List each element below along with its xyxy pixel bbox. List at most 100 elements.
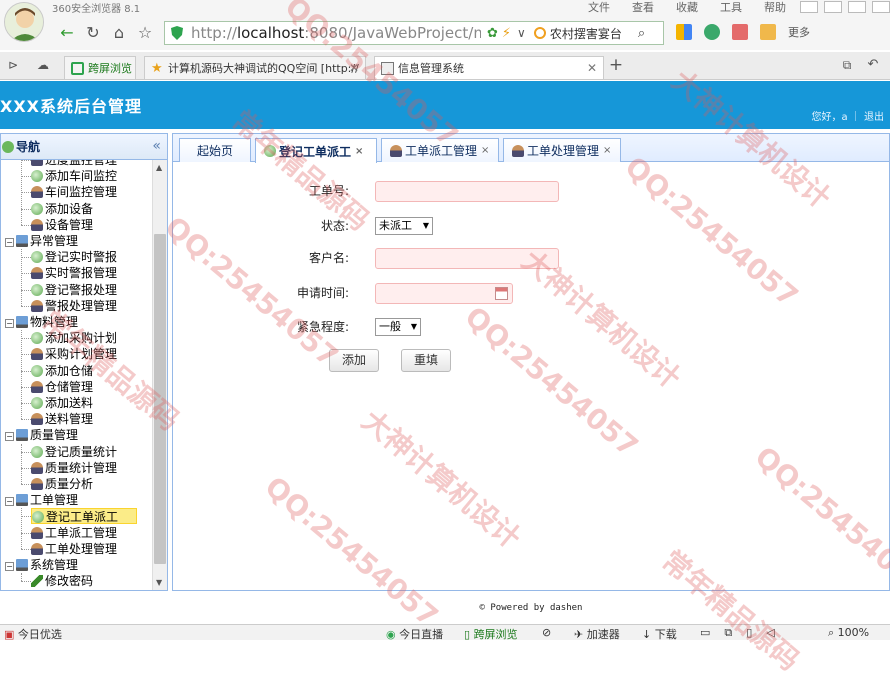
status-label: 状态: xyxy=(320,219,349,233)
cloud-icon[interactable]: ☁ xyxy=(32,54,54,76)
chevron-down-icon[interactable]: ∨ xyxy=(517,26,526,40)
collapse-toggle-icon[interactable]: − xyxy=(5,432,14,442)
collapse-icon[interactable]: « xyxy=(152,138,161,154)
tree-item[interactable]: 添加送料 xyxy=(31,395,93,411)
scroll-up-icon[interactable]: ▲ xyxy=(156,163,162,172)
search-input[interactable]: 农村摆害宴台 xyxy=(550,25,638,42)
tree-item[interactable]: 车间监控管理 xyxy=(31,184,117,200)
tree-group[interactable]: − 物料管理 xyxy=(5,314,78,330)
close-tab-icon[interactable]: × xyxy=(603,145,611,156)
tab-process-manage[interactable]: 工单处理管理 × xyxy=(503,138,621,162)
address-bar[interactable]: http://localhost:8080/JavaWebProject/mai… xyxy=(164,21,664,45)
tab-register-dispatch[interactable]: 登记工单派工 × xyxy=(255,138,377,163)
home-icon[interactable]: ⌂ xyxy=(108,22,130,44)
tree-item[interactable]: 设备管理 xyxy=(31,217,93,233)
tree-item[interactable]: 添加设备 xyxy=(31,201,93,217)
calendar-icon[interactable] xyxy=(495,287,508,300)
tree-group[interactable]: − 异常管理 xyxy=(5,233,78,249)
picks-icon: ▣ xyxy=(4,628,15,641)
zoom-level[interactable]: ⌕ 100% xyxy=(828,626,869,640)
tree-item-label: 登记工单派工 xyxy=(46,510,119,525)
translate-icon[interactable] xyxy=(732,24,748,40)
tree-connector xyxy=(21,419,31,421)
url-text[interactable]: http://localhost:8080/JavaWebProject/mai… xyxy=(191,24,481,42)
tree-item[interactable]: 添加采购计划 xyxy=(31,330,117,346)
more-button[interactable]: 更多 xyxy=(788,24,810,40)
undo-close-icon[interactable]: ↶ xyxy=(862,54,884,76)
close-tab-icon[interactable]: × xyxy=(355,146,363,157)
tree-group[interactable]: − 工单管理 xyxy=(5,492,78,508)
maximize-button[interactable] xyxy=(848,1,866,13)
collapse-toggle-icon[interactable]: − xyxy=(5,562,14,571)
scroll-thumb[interactable] xyxy=(154,234,166,564)
tree-item[interactable]: 登记工单派工 xyxy=(31,508,138,525)
browser-menu: 文件 查看 收藏 工具 帮助 xyxy=(566,0,890,14)
tree-item[interactable]: 质量统计管理 xyxy=(31,460,117,476)
tree-group[interactable]: − 质量管理 xyxy=(5,427,78,443)
close-tab-icon[interactable]: ✕ xyxy=(587,61,597,75)
status-select[interactable]: 未派工 ▼ xyxy=(375,217,433,235)
tree-item[interactable]: 登记质量统计 xyxy=(31,444,117,460)
customer-input[interactable] xyxy=(375,248,559,269)
tree-item[interactable]: 送料管理 xyxy=(31,411,93,427)
scroll-down-icon[interactable]: ▼ xyxy=(156,578,162,587)
tree-item[interactable]: 质量分析 xyxy=(31,476,93,492)
tree-group[interactable]: − 系统管理 xyxy=(5,557,78,573)
search-icon[interactable]: ⌕ xyxy=(638,26,645,41)
tree-item[interactable]: 警报处理管理 xyxy=(31,298,117,314)
status-tools-icons[interactable]: ▭⧉▯◁ xyxy=(700,626,789,640)
tab-list-icon[interactable]: ⧉ xyxy=(836,54,858,76)
close-window-button[interactable] xyxy=(872,1,890,13)
order-no-input[interactable] xyxy=(375,181,559,202)
tree-item[interactable]: 登记实时警报 xyxy=(31,249,117,265)
sidebar-toggle-icon[interactable]: ⊳ xyxy=(2,54,24,76)
browser-tab-qq-space[interactable]: ★ 计算机源码大神调试的QQ空间 [http:// ✕ xyxy=(144,56,366,79)
user-icon xyxy=(31,186,43,199)
refresh-icon[interactable]: ↻ xyxy=(82,22,104,44)
tree-connector xyxy=(21,338,31,340)
add-button[interactable]: 添加 xyxy=(329,349,379,372)
menu-view[interactable]: 查看 xyxy=(632,0,654,15)
menu-favorites[interactable]: 收藏 xyxy=(676,0,698,15)
tree-item[interactable]: 工单派工管理 xyxy=(31,525,117,541)
shield-guard-icon[interactable] xyxy=(704,24,720,40)
compass-icon[interactable]: ⊘ xyxy=(542,626,551,639)
sidebar-scrollbar[interactable]: ▲ ▼ xyxy=(152,160,167,590)
urgency-select[interactable]: 一般 ▼ xyxy=(375,318,421,336)
tab-home[interactable]: 起始页 xyxy=(179,138,251,162)
back-arrow-icon[interactable]: ← xyxy=(56,22,78,44)
collapse-toggle-icon[interactable]: − xyxy=(5,497,14,507)
extension-icon[interactable]: ✿ xyxy=(487,26,498,41)
menu-file[interactable]: 文件 xyxy=(588,0,610,15)
tree-item[interactable]: 登记警报处理 xyxy=(31,282,117,298)
new-tab-button[interactable]: + xyxy=(605,54,627,76)
tree-item[interactable]: 进度监控管理 xyxy=(31,160,117,168)
apply-time-input[interactable] xyxy=(375,283,513,304)
collapse-toggle-icon[interactable]: − xyxy=(5,319,14,328)
tree-item[interactable]: 工单处理管理 xyxy=(31,541,117,557)
lightning-icon[interactable]: ⚡ xyxy=(502,26,511,41)
tree-item[interactable]: 仓储管理 xyxy=(31,379,93,395)
minimize-button[interactable] xyxy=(824,1,842,13)
tree-item[interactable]: 采购计划管理 xyxy=(31,346,117,362)
browser-tab-cross-screen[interactable]: 跨屏浏览 xyxy=(64,56,136,79)
tree-item[interactable]: 实时警报管理 xyxy=(31,265,117,281)
user-info[interactable]: 您好，a ｜ 退出 xyxy=(812,108,885,123)
collapse-toggle-icon[interactable]: − xyxy=(5,238,14,247)
gift-icon[interactable] xyxy=(760,24,776,40)
reset-button[interactable]: 重填 xyxy=(401,349,451,372)
tree-item[interactable]: 添加车间监控 xyxy=(31,168,117,184)
skin-button[interactable] xyxy=(800,1,818,13)
apps-icon[interactable] xyxy=(676,24,692,40)
close-tab-icon[interactable]: ✕ xyxy=(349,61,359,75)
search-engine-icon[interactable] xyxy=(533,27,546,39)
tree-item[interactable]: 添加仓储 xyxy=(31,363,93,379)
tab-dispatch-manage[interactable]: 工单派工管理 × xyxy=(381,138,499,162)
tree-item[interactable]: 修改密码 xyxy=(31,573,93,589)
avatar[interactable] xyxy=(4,2,44,42)
close-tab-icon[interactable]: × xyxy=(481,145,489,156)
star-icon[interactable]: ☆ xyxy=(134,22,156,44)
menu-tools[interactable]: 工具 xyxy=(720,0,742,15)
menu-help[interactable]: 帮助 xyxy=(764,0,786,15)
browser-tab-info-system[interactable]: 信息管理系统 ✕ xyxy=(374,56,604,79)
